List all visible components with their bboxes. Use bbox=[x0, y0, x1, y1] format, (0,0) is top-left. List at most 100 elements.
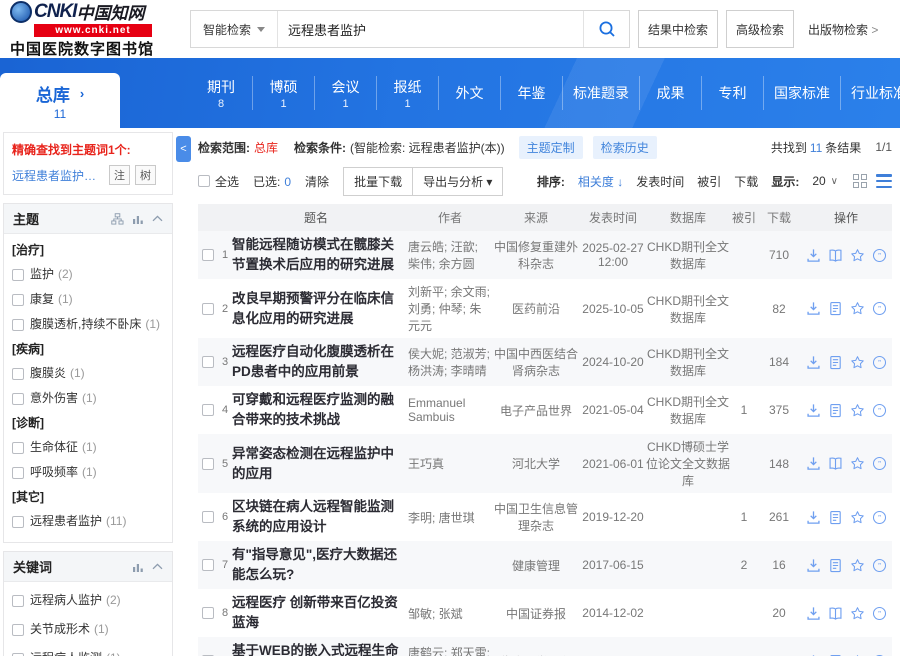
document-title-link[interactable]: 改良早期预警评分在临床信息化应用的研究进展 bbox=[232, 289, 400, 328]
keyword-filter-item[interactable]: 远程病人监测 (1) bbox=[12, 644, 164, 656]
favorite-star-icon[interactable] bbox=[850, 301, 865, 316]
nav-item-外文[interactable]: 外文 bbox=[438, 76, 500, 110]
chevron-up-icon[interactable] bbox=[152, 215, 163, 222]
cite-quote-icon[interactable]: ” bbox=[872, 558, 887, 573]
checkbox-icon[interactable] bbox=[12, 594, 24, 607]
sort-publish-date[interactable]: 发表时间 bbox=[636, 173, 684, 190]
keyword-filter-item[interactable]: 关节成形术 (1) bbox=[12, 615, 164, 644]
publication-search-link[interactable]: 出版物检索 > bbox=[808, 21, 878, 38]
row-source[interactable]: 中国卫生信息管理杂志 bbox=[492, 500, 580, 534]
subject-filter-item[interactable]: 生命体征 (1) bbox=[12, 435, 164, 460]
row-authors[interactable]: 邹敏; 张斌 bbox=[408, 605, 492, 622]
cite-quote-icon[interactable]: ” bbox=[872, 510, 887, 525]
cite-quote-icon[interactable]: ” bbox=[872, 248, 887, 263]
batch-download-button[interactable]: 批量下载 bbox=[343, 166, 414, 196]
favorite-star-icon[interactable] bbox=[850, 606, 865, 621]
subject-filter-item[interactable]: 腹膜透析,持续不卧床 (1) bbox=[12, 312, 164, 337]
row-authors[interactable]: 李明; 唐世琪 bbox=[408, 509, 492, 526]
row-source[interactable]: 中国中西医结合肾病杂志 bbox=[492, 345, 580, 379]
checkbox-icon[interactable] bbox=[12, 367, 24, 380]
row-select[interactable]: 1 bbox=[198, 249, 232, 261]
cite-quote-icon[interactable]: ” bbox=[872, 301, 887, 316]
keyword-filter-item[interactable]: 远程病人监护 (2) bbox=[12, 586, 164, 615]
sort-relevance[interactable]: 相关度 ↓ bbox=[578, 173, 623, 190]
download-icon[interactable] bbox=[806, 510, 821, 525]
row-authors[interactable]: 唐鹤云; 郑天雷; 裴晓绪; 赵明龙 bbox=[408, 644, 492, 656]
nav-item-会议[interactable]: 会议 1 bbox=[314, 76, 376, 110]
subject-filter-item[interactable]: 康复 (1) bbox=[12, 287, 164, 312]
row-select[interactable]: 7 bbox=[198, 559, 232, 571]
cite-quote-icon[interactable]: ” bbox=[872, 403, 887, 418]
checkbox-icon[interactable] bbox=[12, 318, 24, 331]
read-book-icon[interactable] bbox=[828, 456, 843, 471]
checkbox-icon[interactable] bbox=[201, 607, 214, 619]
row-source[interactable]: 电子产品世界 bbox=[492, 402, 580, 419]
checkbox-icon[interactable] bbox=[201, 356, 214, 368]
checkbox-icon[interactable] bbox=[12, 623, 24, 636]
search-mode-dropdown[interactable]: 智能检索 bbox=[191, 11, 279, 47]
checkbox-icon[interactable] bbox=[12, 268, 24, 281]
row-authors[interactable]: 王巧真 bbox=[408, 455, 492, 472]
document-title-link[interactable]: 基于WEB的嵌入式远程生命体征信号监测 bbox=[232, 641, 400, 656]
row-select[interactable]: 3 bbox=[198, 356, 232, 368]
cite-quote-icon[interactable]: ” bbox=[872, 606, 887, 621]
row-select[interactable]: 5 bbox=[198, 457, 232, 470]
list-view-icon[interactable] bbox=[876, 174, 892, 188]
read-page-icon[interactable] bbox=[828, 510, 843, 525]
nav-item-报纸[interactable]: 报纸 1 bbox=[376, 76, 438, 110]
row-select[interactable]: 2 bbox=[198, 302, 232, 315]
download-icon[interactable] bbox=[806, 355, 821, 370]
sidebar-collapse-button[interactable]: < bbox=[176, 136, 191, 162]
row-source[interactable]: 健康管理 bbox=[492, 557, 580, 574]
checkbox-icon[interactable] bbox=[12, 515, 24, 528]
download-icon[interactable] bbox=[806, 248, 821, 263]
sort-cited[interactable]: 被引 bbox=[697, 173, 721, 190]
chevron-up-icon[interactable] bbox=[152, 563, 163, 570]
row-source[interactable]: 河北大学 bbox=[492, 455, 580, 472]
favorite-star-icon[interactable] bbox=[850, 456, 865, 471]
tree-button[interactable]: 树 bbox=[135, 165, 156, 185]
row-authors[interactable]: Emmanuel Sambuis bbox=[408, 396, 492, 424]
document-title-link[interactable]: 有"指导意见",医疗大数据还能怎么玩? bbox=[232, 545, 400, 584]
read-page-icon[interactable] bbox=[828, 301, 843, 316]
bar-chart-icon[interactable] bbox=[132, 213, 144, 225]
read-book-icon[interactable] bbox=[828, 248, 843, 263]
row-source[interactable]: 医药前沿 bbox=[492, 300, 580, 317]
read-book-icon[interactable] bbox=[828, 606, 843, 621]
download-icon[interactable] bbox=[806, 456, 821, 471]
row-authors[interactable]: 刘新平; 余文雨; 刘勇; 仲琴; 朱元元 bbox=[408, 283, 492, 334]
clear-selection-button[interactable]: 清除 bbox=[305, 173, 329, 190]
nav-item-年鉴[interactable]: 年鉴 bbox=[500, 76, 562, 110]
subject-filter-item[interactable]: 呼吸频率 (1) bbox=[12, 460, 164, 485]
grid-view-icon[interactable] bbox=[853, 173, 868, 189]
checkbox-icon[interactable] bbox=[201, 559, 214, 571]
checkbox-icon[interactable] bbox=[201, 249, 214, 261]
checkbox-icon[interactable] bbox=[12, 652, 24, 656]
read-page-icon[interactable] bbox=[828, 558, 843, 573]
export-analyze-button[interactable]: 导出与分析 ▾ bbox=[413, 166, 504, 196]
row-authors[interactable]: 唐云皓; 汪歆; 柴伟; 余方圆 bbox=[408, 238, 492, 272]
sort-downloads[interactable]: 下载 bbox=[734, 173, 758, 190]
favorite-star-icon[interactable] bbox=[850, 355, 865, 370]
search-in-results-button[interactable]: 结果中检索 bbox=[638, 10, 719, 48]
document-title-link[interactable]: 远程医疗 创新带来百亿投资蓝海 bbox=[232, 593, 400, 632]
row-source[interactable]: 临床医学工程 bbox=[492, 653, 580, 656]
document-title-link[interactable]: 智能远程随访模式在髋膝关节置换术后应用的研究进展 bbox=[232, 235, 400, 274]
favorite-star-icon[interactable] bbox=[850, 248, 865, 263]
read-page-icon[interactable] bbox=[828, 355, 843, 370]
cnki-logo[interactable]: CNKI 中国知网 www.cnki.net 中国医院数字图书馆 bbox=[0, 0, 190, 59]
cite-quote-icon[interactable]: ” bbox=[872, 355, 887, 370]
cite-quote-icon[interactable]: ” bbox=[872, 456, 887, 471]
subject-filter-item[interactable]: 意外伤害 (1) bbox=[12, 386, 164, 411]
nav-item-国家标准[interactable]: 国家标准 bbox=[763, 76, 840, 110]
read-page-icon[interactable] bbox=[828, 403, 843, 418]
row-select[interactable]: 4 bbox=[198, 404, 232, 416]
nav-item-成果[interactable]: 成果 bbox=[639, 76, 701, 110]
row-source[interactable]: 中国修复重建外科杂志 bbox=[492, 238, 580, 272]
checkbox-icon[interactable] bbox=[12, 392, 24, 405]
checkbox-icon[interactable] bbox=[12, 466, 24, 479]
scope-value[interactable]: 总库 bbox=[254, 139, 278, 156]
download-icon[interactable] bbox=[806, 558, 821, 573]
nav-item-行业标准[interactable]: 行业标准 bbox=[840, 76, 900, 110]
row-select[interactable]: 6 bbox=[198, 511, 232, 523]
